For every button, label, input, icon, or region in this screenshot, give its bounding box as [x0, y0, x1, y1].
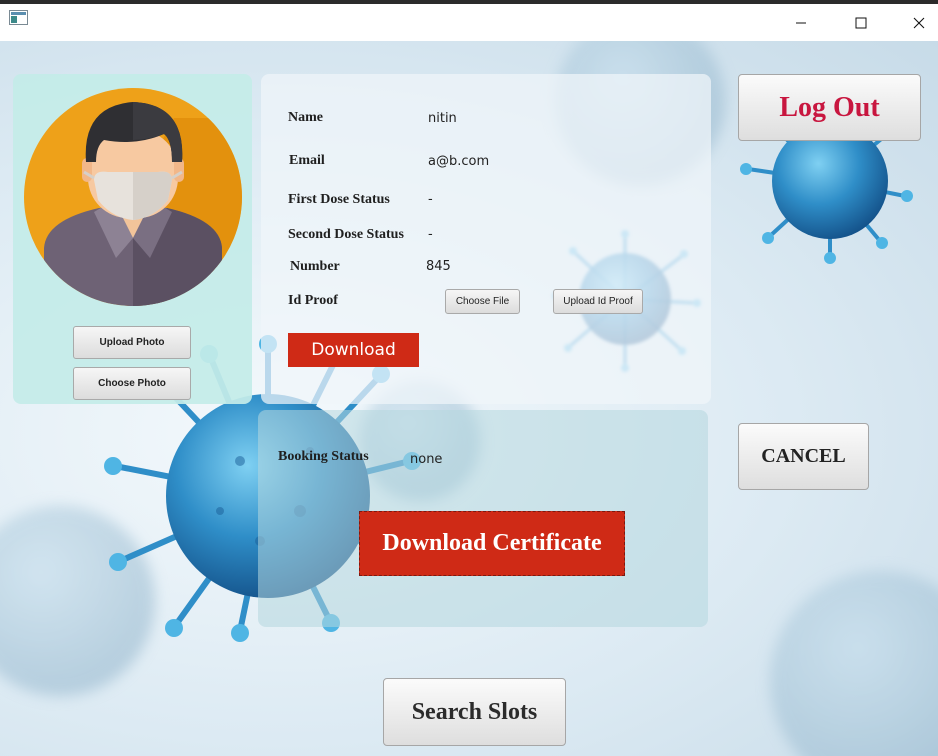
name-label: Name: [288, 110, 323, 125]
minimize-button[interactable]: [778, 4, 824, 41]
masked-user-avatar: [24, 88, 242, 306]
maximize-button[interactable]: [838, 4, 884, 41]
name-value: nitin: [428, 111, 457, 126]
booking-status-label: Booking Status: [278, 449, 369, 464]
number-label: Number: [290, 259, 340, 274]
close-icon: [913, 17, 925, 28]
upload-id-proof-label: Upload Id Proof: [563, 296, 633, 307]
choose-file-label: Choose File: [455, 296, 510, 307]
email-label: Email: [289, 153, 325, 168]
download-certificate-label: Download Certificate: [382, 530, 602, 556]
logout-button[interactable]: Log Out: [738, 74, 921, 141]
cancel-label: CANCEL: [761, 445, 846, 467]
upload-photo-label: Upload Photo: [99, 337, 165, 348]
cancel-button[interactable]: CANCEL: [738, 423, 869, 490]
choose-photo-button[interactable]: Choose Photo: [73, 367, 191, 400]
java-app-icon: [9, 10, 28, 25]
email-value: a@b.com: [428, 154, 490, 169]
main-content: Upload Photo Choose Photo Name nitin Ema…: [0, 41, 938, 756]
booking-status-value: none: [410, 452, 443, 467]
logout-label: Log Out: [779, 91, 880, 123]
minimize-icon: [796, 22, 806, 23]
download-certificate-button[interactable]: Download Certificate: [359, 511, 625, 576]
choose-photo-label: Choose Photo: [98, 378, 166, 389]
download-id-button[interactable]: Download: [288, 333, 419, 367]
upload-photo-button[interactable]: Upload Photo: [73, 326, 191, 359]
maximize-icon: [855, 17, 867, 28]
upload-id-proof-button[interactable]: Upload Id Proof: [553, 289, 643, 314]
second-dose-value: -: [428, 227, 433, 242]
choose-file-button[interactable]: Choose File: [445, 289, 520, 314]
number-value: 845: [426, 259, 451, 274]
search-slots-label: Search Slots: [411, 698, 538, 725]
search-slots-button[interactable]: Search Slots: [383, 678, 566, 746]
first-dose-value: -: [428, 192, 433, 207]
download-label: Download: [311, 340, 396, 360]
id-proof-label: Id Proof: [288, 293, 338, 308]
second-dose-label: Second Dose Status: [288, 227, 404, 242]
close-button[interactable]: [896, 4, 938, 41]
first-dose-label: First Dose Status: [288, 192, 390, 207]
